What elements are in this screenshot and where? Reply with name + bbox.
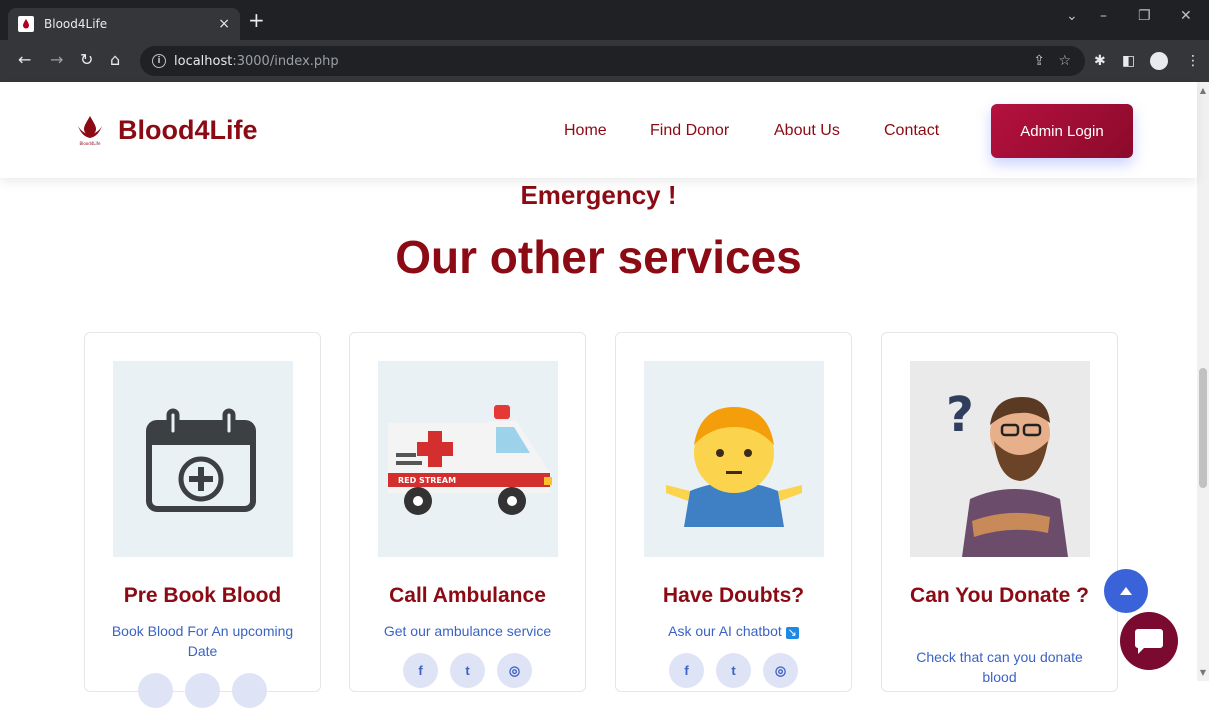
instagram-icon[interactable]: ◎ xyxy=(763,653,798,688)
card-description: Ask our AI chatbot ↘ xyxy=(636,621,831,643)
scroll-to-top-button[interactable] xyxy=(1104,569,1148,613)
logo-caption: Blood4Life xyxy=(79,141,101,146)
url-path: :3000/index.php xyxy=(232,53,339,69)
extensions-icon[interactable]: ✱ xyxy=(1094,53,1106,69)
close-window-icon[interactable]: ✕ xyxy=(1180,8,1192,24)
tab-title: Blood4Life xyxy=(44,17,108,31)
instagram-icon[interactable]: ◎ xyxy=(497,653,532,688)
nav-contact[interactable]: Contact xyxy=(884,122,939,140)
calendar-plus-icon xyxy=(113,361,293,557)
browser-tab-strip: Blood4Life × + ⌄ – ❐ ✕ xyxy=(0,0,1209,40)
reload-icon[interactable]: ↻ xyxy=(80,52,93,68)
caret-up-icon xyxy=(1120,587,1132,595)
thinking-man-icon: ? xyxy=(910,361,1090,557)
scroll-down-arrow-icon[interactable]: ▼ xyxy=(1199,668,1207,677)
arrow-link-icon[interactable]: ↘ xyxy=(785,627,799,639)
emergency-heading: Emergency ! xyxy=(520,180,677,210)
twitter-icon[interactable]: t xyxy=(450,653,485,688)
service-card-ambulance[interactable]: RED STREAM Call Ambulance Get our ambula… xyxy=(349,332,586,692)
chatbot-link[interactable]: Ask our AI chatbot xyxy=(668,623,782,639)
instagram-icon[interactable] xyxy=(232,673,267,708)
site-header: Blood4Life Blood4Life Home Find Donor Ab… xyxy=(0,82,1197,178)
menu-kebab-icon[interactable]: ⋮ xyxy=(1186,53,1200,69)
url-input[interactable]: i localhost :3000/index.php ⇪ ☆ xyxy=(140,46,1085,76)
card-title: Pre Book Blood xyxy=(123,584,282,607)
profile-avatar[interactable] xyxy=(1150,52,1168,70)
card-description: Check that can you donate blood xyxy=(916,649,1083,685)
back-icon[interactable]: ← xyxy=(18,52,31,68)
chatbot-button[interactable] xyxy=(1120,612,1178,670)
minimize-icon[interactable]: – xyxy=(1100,8,1107,24)
service-card-pre-book[interactable]: Pre Book Blood Book Blood For An upcomin… xyxy=(84,332,321,708)
service-card-can-donate[interactable]: ? Can You Donate ? Check that can you do… xyxy=(881,332,1118,692)
share-icon[interactable]: ⇪ xyxy=(1033,53,1045,69)
side-panel-icon[interactable]: ◧ xyxy=(1122,53,1135,69)
tab-close-icon[interactable]: × xyxy=(218,16,230,32)
scroll-up-arrow-icon[interactable]: ▲ xyxy=(1199,86,1207,95)
nav-about-us[interactable]: About Us xyxy=(774,122,840,140)
brand[interactable]: Blood4Life Blood4Life xyxy=(76,114,258,146)
service-card-doubts[interactable]: Have Doubts? Ask our AI chatbot ↘ f t ◎ xyxy=(615,332,852,692)
tab-search-icon[interactable]: ⌄ xyxy=(1066,8,1078,24)
card-description: Book Blood For An upcoming Date xyxy=(111,623,294,659)
shrugging-person-icon xyxy=(644,361,824,557)
address-bar-row: ← → ↻ ⌂ i localhost :3000/index.php ⇪ ☆ … xyxy=(0,40,1209,82)
section-title: Our other services xyxy=(395,231,802,283)
facebook-icon[interactable]: f xyxy=(669,653,704,688)
card-title: Call Ambulance xyxy=(389,584,546,607)
site-info-icon[interactable]: i xyxy=(152,54,166,68)
social-links: f t ◎ xyxy=(350,653,585,688)
admin-login-button[interactable]: Admin Login xyxy=(991,104,1133,158)
question-mark: ? xyxy=(946,387,974,443)
social-links: f t ◎ xyxy=(616,653,851,688)
forward-icon[interactable]: → xyxy=(50,52,63,68)
page-scrollbar[interactable]: ▲ ▼ xyxy=(1197,82,1209,681)
social-links xyxy=(85,673,320,708)
blood-drop-hands-logo-icon: Blood4Life xyxy=(78,116,102,146)
card-title: Can You Donate ? xyxy=(910,584,1089,607)
nav-home[interactable]: Home xyxy=(564,122,607,140)
home-icon[interactable]: ⌂ xyxy=(110,52,120,68)
browser-tab[interactable]: Blood4Life × xyxy=(8,8,240,40)
nav-find-donor[interactable]: Find Donor xyxy=(650,122,729,140)
restore-icon[interactable]: ❐ xyxy=(1138,8,1151,24)
ambulance-icon: RED STREAM xyxy=(378,361,558,557)
url-host: localhost xyxy=(174,53,233,69)
ambulance-label: RED STREAM xyxy=(398,476,456,485)
twitter-icon[interactable] xyxy=(185,673,220,708)
brand-name: Blood4Life xyxy=(118,114,258,145)
favicon-icon xyxy=(18,16,34,32)
twitter-icon[interactable]: t xyxy=(716,653,751,688)
card-title: Have Doubts? xyxy=(662,584,805,607)
bookmark-star-icon[interactable]: ☆ xyxy=(1058,53,1071,69)
new-tab-button[interactable]: + xyxy=(248,10,265,30)
facebook-icon[interactable] xyxy=(138,673,173,708)
scrollbar-thumb[interactable] xyxy=(1199,368,1207,488)
card-description: Get our ambulance service xyxy=(383,623,552,639)
chat-bubble-icon xyxy=(1135,629,1163,654)
facebook-icon[interactable]: f xyxy=(403,653,438,688)
